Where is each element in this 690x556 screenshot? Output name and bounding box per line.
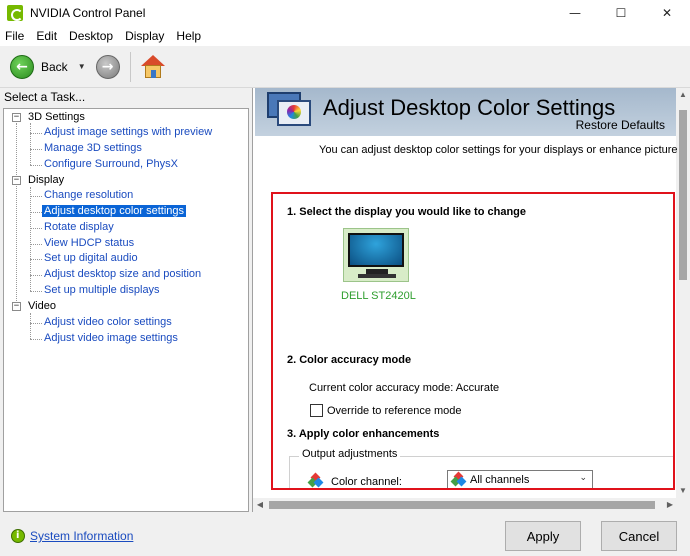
task-set-up-multiple-displays[interactable]: Set up multiple displays	[44, 284, 160, 296]
menu-edit[interactable]: Edit	[30, 29, 63, 43]
tree-connector	[16, 123, 17, 309]
task-adjust-image-settings[interactable]: Adjust image settings with preview	[44, 126, 212, 138]
window-controls: — ☐ ✕	[552, 0, 690, 26]
back-arrow-icon: ←	[10, 54, 34, 79]
tree-connector	[30, 313, 31, 339]
maximize-button[interactable]: ☐	[598, 0, 644, 26]
task-change-resolution[interactable]: Change resolution	[44, 189, 133, 201]
collapse-toggle-icon[interactable]: −	[12, 176, 21, 185]
scroll-right-icon[interactable]: ▶	[663, 498, 677, 512]
nvidia-logo-icon	[7, 5, 23, 21]
chevron-down-icon: ⌄	[579, 473, 587, 483]
tree-category-3d-settings[interactable]: 3D Settings	[28, 111, 85, 123]
tree-category-display[interactable]: Display	[28, 174, 64, 186]
tree-category-video[interactable]: Video	[28, 300, 56, 312]
minimize-button[interactable]: —	[552, 0, 598, 26]
horizontal-scrollbar[interactable]: ◀ ▶	[253, 498, 690, 512]
menu-help[interactable]: Help	[170, 29, 207, 43]
page-title: Adjust Desktop Color Settings	[323, 95, 616, 120]
task-view-hdcp-status[interactable]: View HDCP status	[44, 237, 134, 249]
task-manage-3d-settings[interactable]: Manage 3D settings	[44, 142, 142, 154]
display-thumbnail[interactable]	[343, 228, 409, 282]
close-button[interactable]: ✕	[644, 0, 690, 26]
horizontal-scroll-thumb[interactable]	[269, 501, 655, 509]
collapse-toggle-icon[interactable]: −	[12, 113, 21, 122]
restore-defaults-link[interactable]: Restore Defaults	[576, 118, 665, 132]
task-set-up-digital-audio[interactable]: Set up digital audio	[44, 252, 138, 264]
cancel-button[interactable]: Cancel	[601, 521, 677, 551]
output-adjustments-title: Output adjustments	[299, 448, 401, 460]
color-channel-label: Color channel:	[331, 476, 402, 488]
scroll-left-icon[interactable]: ◀	[253, 498, 267, 512]
task-tree: − 3D Settings Adjust image settings with…	[3, 108, 249, 512]
all-channels-icon	[450, 471, 467, 487]
scroll-down-icon[interactable]: ▼	[676, 484, 690, 498]
current-color-mode: Current color accuracy mode: Accurate	[309, 382, 500, 394]
toolbar-separator	[129, 51, 131, 82]
override-reference-checkbox[interactable]	[310, 404, 323, 417]
color-channel-dropdown[interactable]: All channels ⌄	[447, 470, 593, 488]
color-channel-icon	[307, 472, 324, 488]
menu-desktop[interactable]: Desktop	[63, 29, 119, 43]
task-adjust-video-color[interactable]: Adjust video color settings	[44, 316, 172, 328]
task-pane-title: Select a Task...	[4, 90, 86, 104]
task-rotate-display[interactable]: Rotate display	[44, 221, 114, 233]
desktop-color-icon	[265, 92, 313, 132]
title-bar: NVIDIA Control Panel — ☐ ✕	[0, 0, 690, 26]
override-reference-label[interactable]: Override to reference mode	[327, 405, 462, 417]
forward-arrow-icon[interactable]: →	[95, 54, 120, 79]
section-color-enhancements: 3. Apply color enhancements	[287, 428, 440, 440]
window-title: NVIDIA Control Panel	[30, 6, 146, 20]
system-info-icon	[11, 529, 25, 543]
page-description: You can adjust desktop color settings fo…	[319, 144, 677, 156]
highlight-box: 1. Select the display you would like to …	[271, 192, 675, 490]
apply-button[interactable]: Apply	[505, 521, 581, 551]
menu-display[interactable]: Display	[119, 29, 170, 43]
content-panel: Adjust Desktop Color Settings Restore De…	[252, 88, 690, 512]
footer-bar: System Information Apply Cancel	[0, 512, 690, 556]
task-adjust-video-image[interactable]: Adjust video image settings	[44, 332, 178, 344]
menu-file[interactable]: File	[0, 29, 30, 43]
vertical-scrollbar[interactable]: ▲ ▼	[676, 88, 690, 498]
collapse-toggle-icon[interactable]: −	[12, 302, 21, 311]
task-adjust-desktop-color-settings[interactable]: Adjust desktop color settings	[42, 205, 187, 217]
home-icon[interactable]	[140, 54, 165, 79]
monitor-icon	[348, 233, 404, 267]
display-name-label[interactable]: DELL ST2420L	[341, 290, 416, 302]
section-color-accuracy: 2. Color accuracy mode	[287, 354, 412, 366]
page-header: Adjust Desktop Color Settings Restore De…	[255, 88, 677, 136]
system-information-link[interactable]: System Information	[30, 529, 133, 543]
toolbar: ← Back ▼ →	[0, 46, 690, 88]
back-label: Back	[41, 59, 68, 74]
task-adjust-desktop-size[interactable]: Adjust desktop size and position	[44, 268, 201, 280]
vertical-scroll-thumb[interactable]	[679, 110, 687, 280]
scroll-up-icon[interactable]: ▲	[676, 88, 690, 102]
back-button[interactable]: ← Back ▼	[10, 54, 86, 79]
menu-bar: File Edit Desktop Display Help	[0, 26, 690, 46]
color-channel-value: All channels	[470, 474, 530, 486]
back-dropdown-icon[interactable]: ▼	[78, 62, 86, 71]
task-configure-surround[interactable]: Configure Surround, PhysX	[44, 158, 178, 170]
section-select-display: 1. Select the display you would like to …	[287, 206, 527, 218]
tree-connector	[30, 123, 31, 165]
